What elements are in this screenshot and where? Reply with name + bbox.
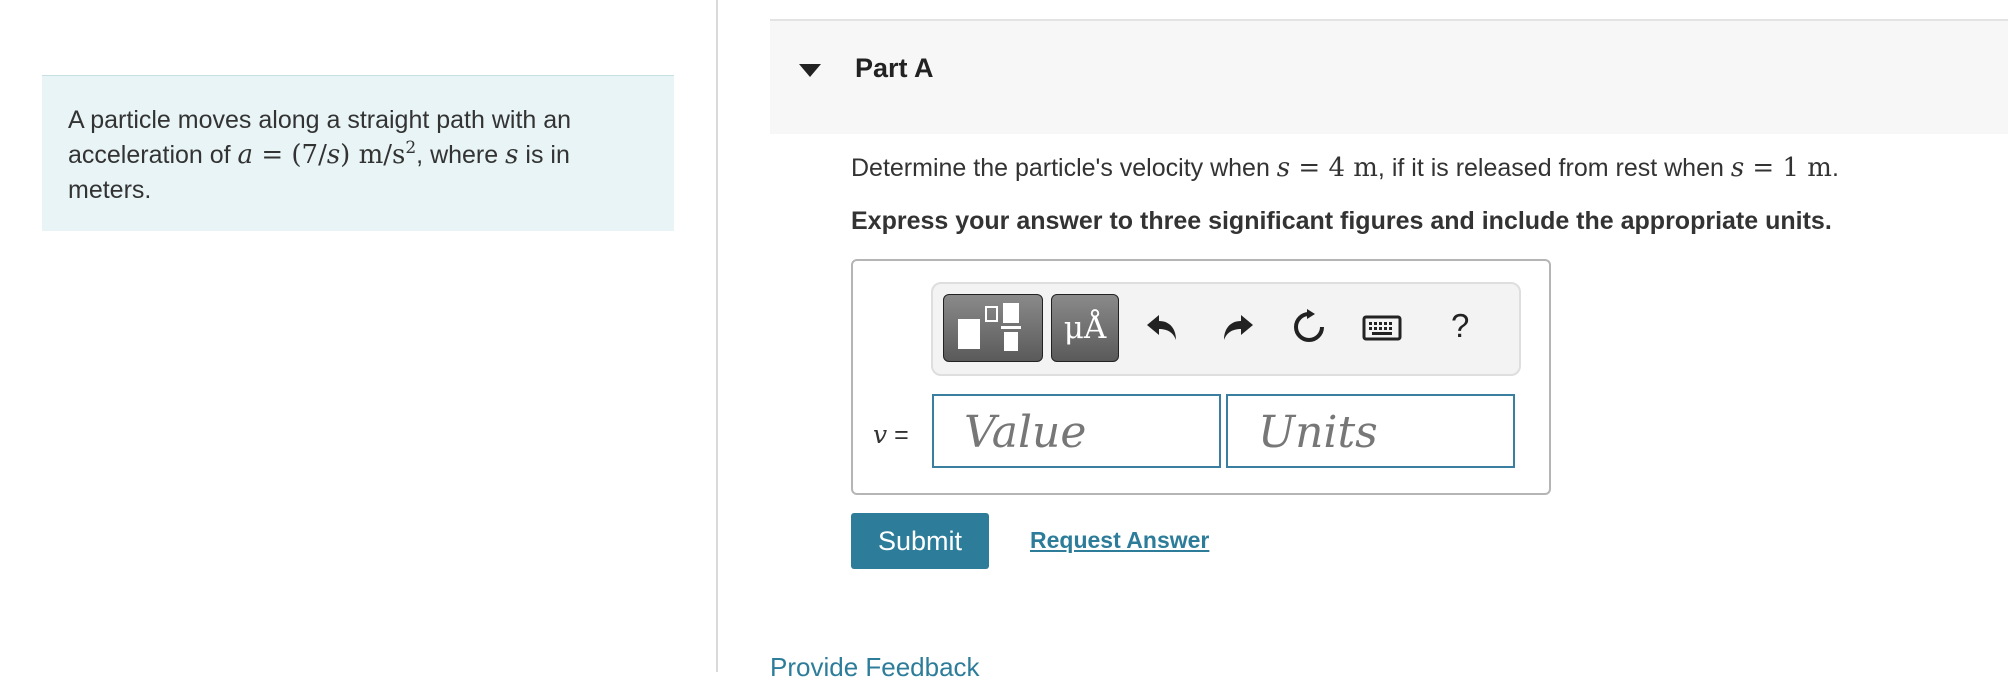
units-input[interactable]: Units — [1226, 394, 1515, 468]
reset-icon[interactable] — [1289, 307, 1329, 347]
question-var-s-2: s — [1730, 153, 1745, 183]
request-answer-link[interactable]: Request Answer — [1030, 527, 1209, 554]
var-a: a — [237, 140, 254, 170]
equation-close: ) m/s — [340, 140, 406, 170]
problem-statement: A particle moves along a straight path w… — [42, 75, 674, 231]
keyboard-icon[interactable] — [1361, 307, 1403, 347]
provide-feedback-link[interactable]: Provide Feedback — [770, 652, 980, 683]
question-text-1: Determine the particle's velocity when — [851, 154, 1277, 182]
instruction-text: Express your answer to three significant… — [851, 207, 1832, 235]
symbols-button[interactable]: μÅ — [1051, 294, 1119, 362]
part-header[interactable]: Part A — [770, 19, 2008, 134]
undo-icon[interactable] — [1143, 307, 1183, 347]
question-eq-1: = 4 m — [1290, 153, 1378, 183]
answer-equals: = — [887, 421, 909, 449]
question-eq-2: = 1 m — [1744, 153, 1832, 183]
question-text-3: . — [1831, 154, 1839, 182]
question-text-2: , if it is released from rest when — [1377, 154, 1731, 182]
answer-variable: v — [873, 420, 888, 449]
submit-button[interactable]: Submit — [851, 513, 989, 569]
help-button[interactable]: ? — [1451, 307, 1469, 345]
templates-icon — [958, 303, 1021, 351]
left-column: A particle moves along a straight path w… — [0, 0, 718, 672]
answer-box: μÅ ? v = Value Units — [851, 259, 1551, 495]
equation-part: = (7/ — [253, 140, 327, 170]
exponent: 2 — [405, 138, 417, 158]
templates-button[interactable] — [943, 294, 1043, 362]
problem-text-2: , where — [416, 141, 506, 169]
var-s: s — [326, 140, 341, 170]
value-input[interactable]: Value — [932, 394, 1221, 468]
answer-variable-label: v = — [873, 420, 909, 450]
part-title: Part A — [855, 53, 934, 83]
question-text: Determine the particle's velocity when s… — [851, 153, 1839, 183]
math-toolbar: μÅ ? — [931, 282, 1521, 376]
var-s-2: s — [505, 140, 519, 170]
collapse-caret-icon[interactable] — [799, 64, 821, 77]
question-var-s-1: s — [1276, 153, 1291, 183]
redo-icon[interactable] — [1217, 307, 1257, 347]
